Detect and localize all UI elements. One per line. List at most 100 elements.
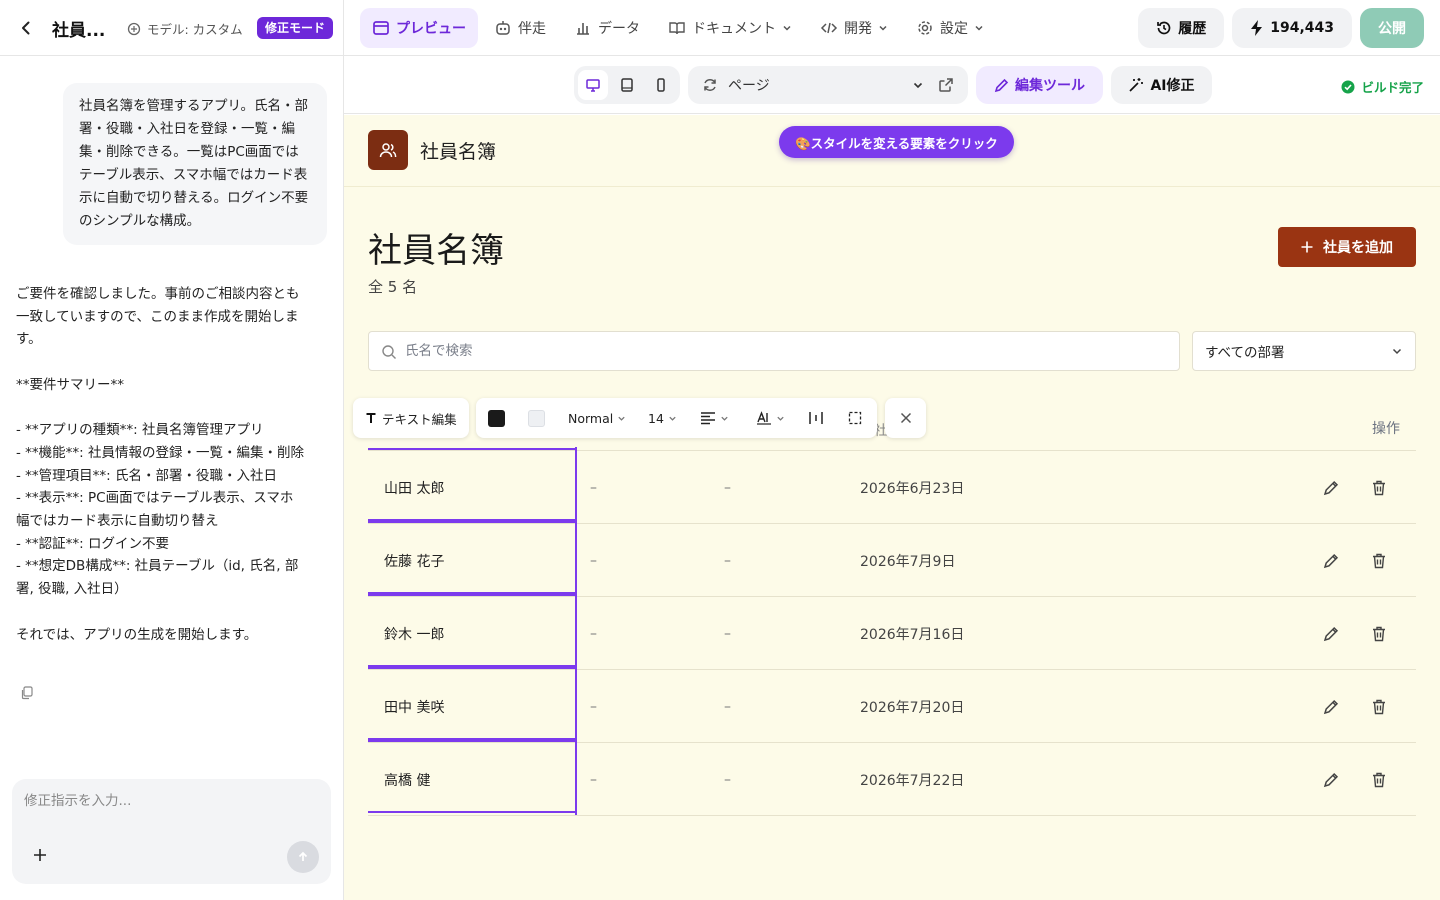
employee-join-date: 2026年7月9日 bbox=[860, 553, 956, 570]
employee-join-date: 2026年6月23日 bbox=[860, 480, 965, 497]
nav-companion-label: 伴走 bbox=[518, 21, 546, 37]
mobile-view-button[interactable] bbox=[646, 70, 676, 100]
publish-button[interactable]: 公開 bbox=[1360, 8, 1424, 48]
chevron-down-icon bbox=[1392, 348, 1402, 355]
employee-role: – bbox=[724, 479, 731, 496]
employee-department: – bbox=[590, 479, 597, 496]
employee-role: – bbox=[724, 625, 731, 642]
background-color-button[interactable] bbox=[528, 398, 545, 438]
book-icon bbox=[669, 22, 685, 35]
employee-role: – bbox=[724, 771, 731, 788]
text-edit-label: テキスト編集 bbox=[382, 411, 457, 427]
chevron-down-icon bbox=[913, 82, 923, 89]
department-filter-value: すべての部署 bbox=[1205, 345, 1285, 361]
history-button[interactable]: 履歴 bbox=[1138, 8, 1225, 48]
border-button[interactable] bbox=[848, 398, 862, 438]
employee-join-date: 2026年7月20日 bbox=[860, 699, 965, 716]
edit-tools-button[interactable]: 編集ツール bbox=[976, 66, 1103, 104]
app-header: 社員名簿 🎨スタイルを変える要素をクリック bbox=[344, 115, 1440, 187]
trash-icon[interactable] bbox=[1370, 698, 1388, 716]
font-size-select[interactable]: 14 bbox=[648, 398, 677, 438]
edit-pencil-icon[interactable] bbox=[1322, 698, 1340, 716]
assistant-message: ご要件を確認しました。事前のご相談内容とも一致していますので、このまま作成を開始… bbox=[16, 286, 305, 643]
nav-settings[interactable]: 設定 bbox=[904, 8, 996, 48]
robot-icon bbox=[496, 21, 510, 35]
employee-role: – bbox=[724, 552, 731, 569]
external-link-icon[interactable] bbox=[938, 77, 954, 93]
align-left-icon bbox=[701, 412, 715, 425]
nav-settings-label: 設定 bbox=[940, 21, 968, 37]
chevron-down-icon bbox=[975, 25, 983, 31]
edit-pencil-icon[interactable] bbox=[1322, 625, 1340, 643]
model-selector[interactable]: モデル: カスタム bbox=[127, 19, 243, 38]
refresh-icon bbox=[704, 79, 716, 91]
employee-department: – bbox=[590, 698, 597, 715]
back-arrow-icon[interactable] bbox=[14, 16, 38, 40]
window-icon bbox=[373, 21, 389, 35]
nav-data[interactable]: データ bbox=[562, 8, 652, 48]
credits-button[interactable]: 194,443 bbox=[1232, 8, 1352, 48]
text-style-value: Normal bbox=[568, 410, 614, 426]
tablet-view-button[interactable] bbox=[612, 70, 642, 100]
ai-fix-button[interactable]: AI修正 bbox=[1111, 66, 1212, 104]
close-format-toolbar-button[interactable] bbox=[885, 398, 926, 438]
nav-companion[interactable]: 伴走 bbox=[482, 8, 558, 48]
text-style-select[interactable]: Normal bbox=[568, 398, 626, 438]
employee-name[interactable]: 佐藤 花子 bbox=[384, 524, 444, 597]
edit-mode-badge: 修正モード bbox=[257, 17, 334, 39]
text-color-button[interactable] bbox=[488, 398, 505, 438]
edit-pencil-icon[interactable] bbox=[1322, 479, 1340, 497]
app-preview: 社員名簿 🎨スタイルを変える要素をクリック 社員名簿 全 5 名 社員を追加 す… bbox=[344, 115, 1440, 900]
text-t-icon bbox=[366, 413, 376, 423]
employee-name[interactable]: 鈴木 一郎 bbox=[384, 597, 444, 670]
nav-preview[interactable]: プレビュー bbox=[360, 8, 478, 48]
spacing-button[interactable] bbox=[808, 398, 824, 438]
page-selector[interactable]: ページ bbox=[688, 66, 968, 104]
trash-icon[interactable] bbox=[1370, 552, 1388, 570]
search-icon bbox=[382, 345, 396, 359]
chevron-down-icon bbox=[879, 25, 887, 31]
trash-icon[interactable] bbox=[1370, 625, 1388, 643]
nav-dev-label: 開発 bbox=[844, 21, 872, 37]
bar-chart-icon bbox=[577, 23, 589, 35]
trash-icon[interactable] bbox=[1370, 771, 1388, 789]
model-chip-icon bbox=[127, 22, 141, 35]
employee-department: – bbox=[590, 771, 597, 788]
nav-dev[interactable]: 開発 bbox=[808, 8, 900, 48]
page-title[interactable]: 社員名簿 bbox=[368, 223, 504, 272]
magic-wand-icon bbox=[1129, 78, 1144, 92]
main-nav: プレビュー 伴走 データ ドキュメント 開発 設定 bbox=[360, 8, 996, 48]
copy-icon[interactable] bbox=[20, 685, 36, 701]
desktop-view-button[interactable] bbox=[578, 70, 608, 100]
edit-pencil-icon[interactable] bbox=[1322, 552, 1340, 570]
send-button[interactable] bbox=[287, 841, 319, 873]
pencil-icon bbox=[994, 78, 1009, 92]
employee-join-date: 2026年7月16日 bbox=[860, 626, 965, 643]
text-align-select[interactable] bbox=[700, 398, 729, 438]
search-input[interactable] bbox=[405, 340, 1165, 362]
nav-preview-label: プレビュー bbox=[396, 21, 466, 37]
instruction-input[interactable] bbox=[24, 789, 314, 813]
history-label: 履歴 bbox=[1178, 21, 1207, 37]
font-icon bbox=[757, 411, 771, 425]
department-filter[interactable]: すべての部署 bbox=[1192, 331, 1416, 371]
background-color-swatch bbox=[528, 409, 545, 427]
spacing-icon bbox=[809, 412, 823, 424]
table-row: 山田 太郎 – – 2026年6月23日 bbox=[368, 451, 1416, 524]
chevron-down-icon bbox=[618, 416, 625, 421]
employee-count: 全 5 名 bbox=[368, 278, 418, 296]
employee-name[interactable]: 高橋 健 bbox=[384, 743, 430, 816]
users-icon bbox=[368, 130, 408, 170]
plus-icon[interactable] bbox=[30, 845, 50, 865]
edit-pencil-icon[interactable] bbox=[1322, 771, 1340, 789]
add-employee-button[interactable]: 社員を追加 bbox=[1278, 227, 1416, 267]
plus-icon bbox=[1301, 241, 1313, 253]
text-edit-tag[interactable]: テキスト編集 bbox=[353, 398, 469, 438]
arrow-up-icon bbox=[298, 851, 308, 861]
table-row: 高橋 健 – – 2026年7月22日 bbox=[368, 743, 1416, 816]
employee-name[interactable]: 山田 太郎 bbox=[384, 451, 444, 524]
font-family-select[interactable] bbox=[756, 398, 785, 438]
trash-icon[interactable] bbox=[1370, 479, 1388, 497]
nav-docs[interactable]: ドキュメント bbox=[656, 8, 804, 48]
employee-name[interactable]: 田中 美咲 bbox=[384, 670, 444, 743]
